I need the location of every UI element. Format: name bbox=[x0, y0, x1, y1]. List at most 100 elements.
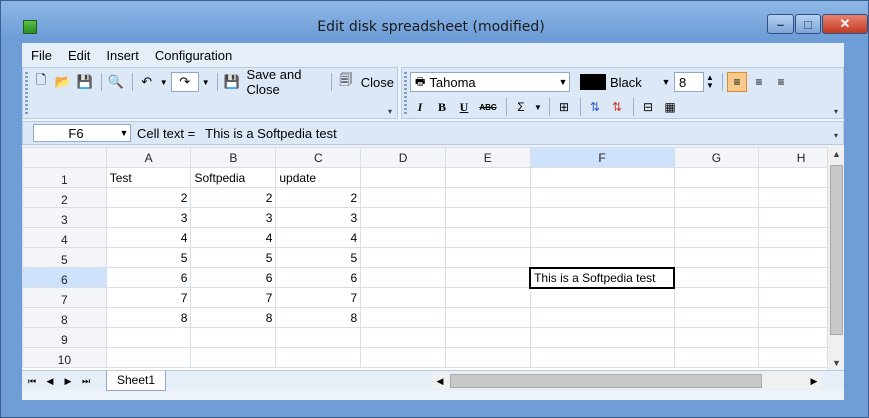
column-header[interactable]: E bbox=[444, 147, 531, 168]
grid-cell[interactable]: 5 bbox=[275, 247, 362, 268]
row-header[interactable]: 6 bbox=[22, 267, 107, 288]
last-sheet-icon[interactable]: ⏭ bbox=[78, 373, 94, 389]
print-preview-icon[interactable]: 🔍 bbox=[106, 72, 126, 92]
horizontal-scroll-thumb[interactable] bbox=[450, 374, 762, 388]
grid-cell[interactable]: Test bbox=[105, 167, 192, 188]
grid-cell[interactable] bbox=[360, 247, 446, 268]
grid-cell[interactable]: 2 bbox=[190, 187, 277, 208]
align-left-icon[interactable]: ≡ bbox=[727, 72, 747, 92]
font-size-spinner[interactable]: ▲ ▼ bbox=[704, 72, 716, 92]
scroll-down-icon[interactable]: ▼ bbox=[828, 358, 844, 368]
grid-cell[interactable]: 3 bbox=[105, 207, 192, 228]
grid-cell[interactable]: 7 bbox=[190, 287, 277, 308]
first-sheet-icon[interactable]: ⏮ bbox=[24, 373, 40, 389]
grid-cell[interactable] bbox=[275, 347, 362, 368]
undo-icon[interactable]: ↶ bbox=[137, 72, 157, 92]
grid-cell[interactable] bbox=[673, 167, 760, 188]
sort-descending-icon[interactable]: ⇅ bbox=[607, 97, 627, 117]
font-size-field[interactable]: 8 bbox=[674, 72, 704, 92]
previous-sheet-icon[interactable]: ◀ bbox=[42, 373, 58, 389]
scroll-right-icon[interactable]: ▶ bbox=[806, 373, 822, 389]
close-window-button[interactable]: ✕ bbox=[822, 14, 868, 34]
grid-cell[interactable] bbox=[360, 187, 446, 208]
grid-cell[interactable] bbox=[444, 307, 531, 328]
column-header[interactable]: B bbox=[190, 147, 277, 168]
grid-cell[interactable] bbox=[360, 287, 446, 308]
font-name-select[interactable]: 🖶 Tahoma ▼ bbox=[410, 72, 570, 92]
grid-cell[interactable] bbox=[529, 307, 675, 328]
grid-cell[interactable]: 5 bbox=[190, 247, 277, 268]
grid-cell[interactable] bbox=[190, 327, 277, 348]
vertical-scrollbar[interactable]: ▲ ▼ bbox=[827, 147, 844, 370]
grid-cell[interactable]: 6 bbox=[190, 267, 277, 288]
sort-ascending-icon[interactable]: ⇅ bbox=[585, 97, 605, 117]
grid-cell[interactable]: 7 bbox=[275, 287, 362, 308]
menu-edit[interactable]: Edit bbox=[60, 48, 98, 63]
save-icon[interactable]: 💾 bbox=[75, 72, 95, 92]
grid-cell[interactable] bbox=[190, 347, 277, 368]
grid-cell[interactable] bbox=[444, 287, 531, 308]
sum-dropdown-icon[interactable]: ▼ bbox=[533, 97, 543, 117]
grid-cell[interactable]: 8 bbox=[190, 307, 277, 328]
grid-cell[interactable] bbox=[673, 327, 760, 348]
grid-cell[interactable] bbox=[444, 327, 531, 348]
minimize-button[interactable]: – bbox=[767, 14, 794, 34]
row-header[interactable]: 10 bbox=[22, 347, 107, 368]
grid-cell[interactable]: update bbox=[275, 167, 362, 188]
menu-insert[interactable]: Insert bbox=[98, 48, 147, 63]
grid-cell[interactable]: This is a Softpedia test bbox=[529, 266, 676, 289]
row-header[interactable]: 7 bbox=[22, 287, 107, 308]
column-header[interactable]: A bbox=[105, 147, 192, 168]
grid-cell[interactable]: 4 bbox=[105, 227, 192, 248]
grid-cell[interactable]: 8 bbox=[275, 307, 362, 328]
grid-cell[interactable] bbox=[360, 347, 446, 368]
merge-cells-icon[interactable]: ⊟ bbox=[638, 97, 658, 117]
grid-cell[interactable] bbox=[529, 167, 675, 188]
grid-cell[interactable] bbox=[360, 207, 446, 228]
align-center-icon[interactable]: ≡ bbox=[749, 72, 769, 92]
grid-cell[interactable]: 3 bbox=[190, 207, 277, 228]
grid-cell[interactable]: 5 bbox=[105, 247, 192, 268]
new-icon[interactable]: 🗋 bbox=[31, 72, 51, 92]
menu-file[interactable]: File bbox=[22, 48, 60, 63]
column-header[interactable]: D bbox=[360, 147, 446, 168]
grid-cell[interactable] bbox=[105, 327, 192, 348]
redo-dropdown-icon[interactable]: ▼ bbox=[201, 72, 211, 92]
italic-button[interactable]: I bbox=[410, 97, 430, 117]
grid-cell[interactable] bbox=[444, 267, 531, 288]
grid-cell[interactable] bbox=[673, 187, 760, 208]
grid-cell[interactable] bbox=[673, 347, 760, 368]
grid-cell[interactable] bbox=[444, 347, 531, 368]
row-header[interactable]: 8 bbox=[22, 307, 107, 328]
scroll-left-icon[interactable]: ◀ bbox=[432, 373, 448, 389]
grid-cell[interactable] bbox=[673, 307, 760, 328]
align-right-icon[interactable]: ≡ bbox=[771, 72, 791, 92]
grid-cell[interactable] bbox=[360, 327, 446, 348]
grid-cell[interactable]: 3 bbox=[275, 207, 362, 228]
grid-cell[interactable] bbox=[444, 227, 531, 248]
grid-cell[interactable]: Softpedia bbox=[190, 167, 277, 188]
cell-text-input[interactable]: This is a Softpedia test bbox=[205, 126, 337, 141]
grid-cell[interactable] bbox=[529, 327, 675, 348]
grid-cell[interactable] bbox=[673, 267, 760, 288]
column-header[interactable]: G bbox=[673, 147, 760, 168]
row-header[interactable]: 3 bbox=[22, 207, 107, 228]
toolbar-grip[interactable] bbox=[25, 72, 28, 116]
toolbar-overflow-icon[interactable]: ▾ bbox=[834, 131, 842, 140]
sum-button[interactable]: Σ bbox=[511, 97, 531, 117]
borders-icon[interactable]: ⊞ bbox=[554, 97, 574, 117]
grid-table-icon[interactable]: ▦ bbox=[660, 97, 680, 117]
save-and-close-button[interactable]: Save and Close bbox=[244, 67, 327, 97]
grid-cell[interactable] bbox=[529, 247, 675, 268]
cell-reference-select[interactable]: F6 ▼ bbox=[33, 124, 131, 142]
maximize-button[interactable]: □ bbox=[795, 14, 821, 34]
redo-icon[interactable]: ↷ bbox=[170, 72, 199, 92]
grid-cell[interactable]: 4 bbox=[190, 227, 277, 248]
grid-cell[interactable]: 8 bbox=[105, 307, 192, 328]
grid-cell[interactable]: 2 bbox=[275, 187, 362, 208]
toolbar-grip[interactable] bbox=[404, 72, 407, 116]
bold-button[interactable]: B bbox=[432, 97, 452, 117]
grid-cell[interactable] bbox=[105, 347, 192, 368]
grid-cell[interactable] bbox=[360, 267, 446, 288]
grid-cell[interactable] bbox=[529, 227, 675, 248]
